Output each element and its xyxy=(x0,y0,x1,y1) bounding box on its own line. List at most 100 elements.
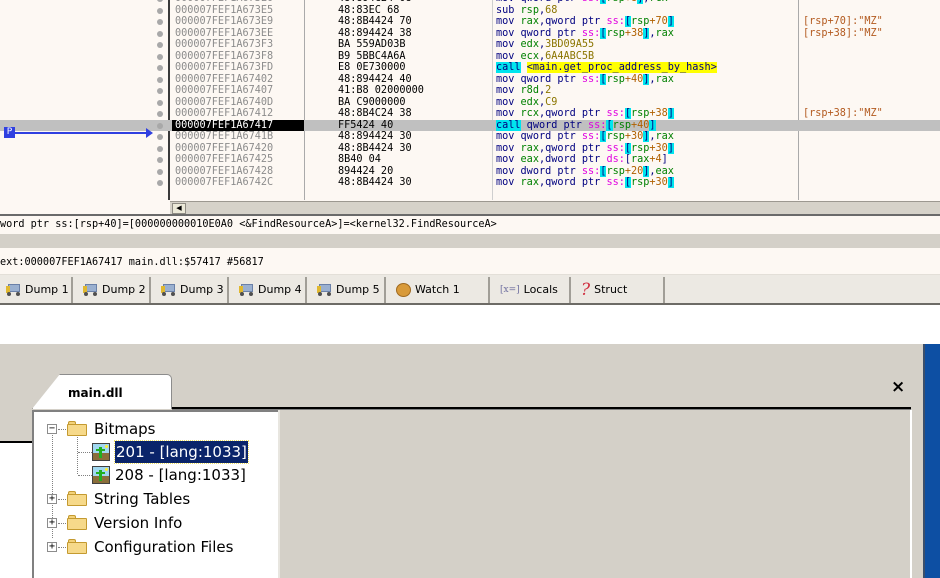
breakpoint-dot-icon[interactable] xyxy=(157,145,163,152)
close-tab-button[interactable]: × xyxy=(891,377,905,397)
tab-dump-1[interactable]: Dump 1 xyxy=(0,277,73,303)
tab-label: Dump 1 xyxy=(25,283,69,296)
horizontal-scrollbar[interactable]: ◀ xyxy=(170,201,940,214)
disassembly-row[interactable]: 000007FEF1A673F3 BA 559AD03B mov edx,3BD09… xyxy=(0,39,940,51)
disassembly-row[interactable]: 000007FEF1A67420 48:8B4424 30 mov rax,qwor… xyxy=(0,142,940,155)
instruction-address: 000007FEF1A673E9 xyxy=(175,16,274,27)
instruction-token: +40 xyxy=(630,119,650,131)
tree-connector xyxy=(78,475,92,476)
instruction-token: rax xyxy=(655,131,674,142)
instruction-comment: [rsp+70]:"MZ" xyxy=(803,16,883,27)
tree-item-bitmap[interactable]: 208 - [lang:1033] xyxy=(34,464,280,486)
instruction-address: 000007FEF1A6740D xyxy=(175,96,274,108)
instruction-address: 000007FEF1A67417 xyxy=(172,119,304,131)
instruction-bytes: 48:894424 40 xyxy=(338,73,412,85)
tab-title[interactable]: main.dll xyxy=(68,386,123,400)
tab-struct[interactable]: ? Struct xyxy=(575,277,665,303)
disassembly-row[interactable]: 000007FEF1A673E9 48:8B4424 70 mov rax,qwor… xyxy=(0,16,940,28)
folder-icon xyxy=(67,491,87,506)
instruction-token: ] xyxy=(667,16,674,27)
instruction-text: call <main.get_proc_address_by_hash> xyxy=(496,62,717,74)
breakpoint-dot-icon[interactable] xyxy=(157,19,163,25)
disassembly-row[interactable]: 000007FEF1A67407 41:B8 02000000 mov r8d,2 xyxy=(0,85,940,97)
disassembly-row[interactable]: 000007FEF1A67428 894424 20 mov dword ptr s… xyxy=(0,165,940,178)
instruction-token: rcx xyxy=(649,0,667,4)
disassembly-row[interactable]: 000007FEF1A6740D BA C9000000 mov edx,C9 xyxy=(0,97,940,109)
instruction-token: rsp xyxy=(630,108,650,119)
pane-splitter[interactable] xyxy=(0,214,940,216)
instruction-address: 000007FEF1A67412 xyxy=(175,108,274,119)
disassembly-row[interactable]: 000007FEF1A67412 48:8B4C24 38 mov rcx,qwor… xyxy=(0,108,940,120)
disassembly-row[interactable]: 000007FEF1A673FD E8 0E730000 call <main.ge… xyxy=(0,62,940,74)
tree-connector xyxy=(58,429,66,430)
tab-watch-1[interactable]: Watch 1 xyxy=(390,277,490,303)
tree-splitter[interactable] xyxy=(278,410,280,578)
disassembly-row[interactable]: 000007FEF1A673E5 48:83EC 68 sub rsp,68 xyxy=(0,5,940,17)
disassembly-row[interactable]: 000007FEF1A67402 48:894424 40 mov qword pt… xyxy=(0,73,940,86)
disassembly-row[interactable]: 000007FEF1A673EE 48:894424 38 mov qword pt… xyxy=(0,27,940,40)
instruction-token: mov xyxy=(496,39,521,50)
resource-tree[interactable]: − Bitmaps 201 - [lang:1033] 208 - [lang:103… xyxy=(32,410,278,578)
breakpoint-dot-icon[interactable] xyxy=(157,65,163,71)
expand-icon[interactable]: + xyxy=(47,518,57,528)
disassembly-row-current[interactable]: 000007FEF1A67417 FF5424 40 call qword ptr … xyxy=(0,119,940,131)
tab-label: Struct xyxy=(594,283,628,296)
breakpoint-dot-icon[interactable] xyxy=(157,99,163,106)
tab-dump-3[interactable]: Dump 3 xyxy=(155,277,229,303)
instruction-text: mov dword ptr ss:[rsp+20],eax xyxy=(496,165,674,178)
tree-folder-string-tables[interactable]: + String Tables xyxy=(34,488,280,510)
instruction-text: mov r8d,2 xyxy=(496,85,551,97)
tab-label: Dump 3 xyxy=(180,283,224,296)
instruction-token: ds: xyxy=(606,154,625,165)
instruction-address: 000007FEF1A673F8 xyxy=(175,50,274,62)
instruction-token: rsp xyxy=(630,177,650,188)
breakpoint-dot-icon[interactable] xyxy=(157,7,163,14)
instruction-token: rax xyxy=(655,27,674,39)
instruction-token: C9 xyxy=(545,96,558,108)
instruction-token: mov xyxy=(496,165,521,177)
instruction-token: mov xyxy=(496,131,521,142)
tree-folder-version-info[interactable]: + Version Info xyxy=(34,512,280,534)
bitmap-icon xyxy=(92,443,110,461)
tab-dump-2[interactable]: Dump 2 xyxy=(77,277,151,303)
breakpoint-dot-icon[interactable] xyxy=(157,168,163,175)
instruction-text: mov edx,3BD09A55 xyxy=(496,39,594,51)
tree-item-bitmap[interactable]: 201 - [lang:1033] xyxy=(34,440,280,464)
breakpoint-dot-icon[interactable] xyxy=(157,122,163,129)
disassembly-row[interactable]: 000007FEF1A67425 8B40 04 mov eax,dword ptr… xyxy=(0,154,940,166)
tab-label: Locals xyxy=(523,283,558,296)
breakpoint-dot-icon[interactable] xyxy=(157,30,163,37)
breakpoint-dot-icon[interactable] xyxy=(157,111,163,117)
breakpoint-dot-icon[interactable] xyxy=(157,157,163,163)
breakpoint-dot-icon[interactable] xyxy=(157,180,163,186)
breakpoint-dot-icon[interactable] xyxy=(157,134,163,140)
scroll-left-arrow-icon[interactable]: ◀ xyxy=(172,203,186,214)
tab-dump-4[interactable]: Dump 4 xyxy=(233,277,307,303)
disassembly-row[interactable]: 000007FEF1A6742C 48:8B4424 30 mov rax,qwor… xyxy=(0,177,940,189)
breakpoint-dot-icon[interactable] xyxy=(157,88,163,94)
tree-connector xyxy=(78,452,92,453)
expand-icon[interactable]: + xyxy=(47,542,57,552)
dump-icon xyxy=(161,284,176,296)
instruction-token: rax xyxy=(655,73,674,85)
instruction-token: +8 xyxy=(625,0,637,4)
folder-icon xyxy=(67,515,87,530)
instruction-bytes: BA C9000000 xyxy=(338,96,406,108)
tree-connector xyxy=(58,499,66,500)
instruction-bytes: 48:894424 30 xyxy=(338,131,412,142)
disassembly-view[interactable]: 000007FEF1A673E048:894C24 08mov qword pt… xyxy=(0,0,940,215)
address-status-line: ext:000007FEF1A67417 main.dll:$57417 #56… xyxy=(0,257,264,268)
tab-locals[interactable]: [x=] Locals xyxy=(494,277,571,303)
breakpoint-dot-icon[interactable] xyxy=(157,53,163,60)
expand-icon[interactable]: + xyxy=(47,494,57,504)
breakpoint-dot-icon[interactable] xyxy=(157,0,163,2)
instruction-token: rax xyxy=(520,177,539,188)
disassembly-row[interactable]: 000007FEF1A673F8 B9 5BBC4A6A mov ecx,6A4AB… xyxy=(0,51,940,63)
tab-dump-5[interactable]: Dump 5 xyxy=(311,277,386,303)
breakpoint-dot-icon[interactable] xyxy=(157,42,163,48)
tree-folder-bitmaps[interactable]: − Bitmaps xyxy=(34,418,280,440)
breakpoint-dot-icon[interactable] xyxy=(157,76,163,83)
collapse-icon[interactable]: − xyxy=(47,424,57,434)
instruction-token: mov xyxy=(496,16,521,27)
tree-folder-configuration-files[interactable]: + Configuration Files xyxy=(34,536,280,558)
